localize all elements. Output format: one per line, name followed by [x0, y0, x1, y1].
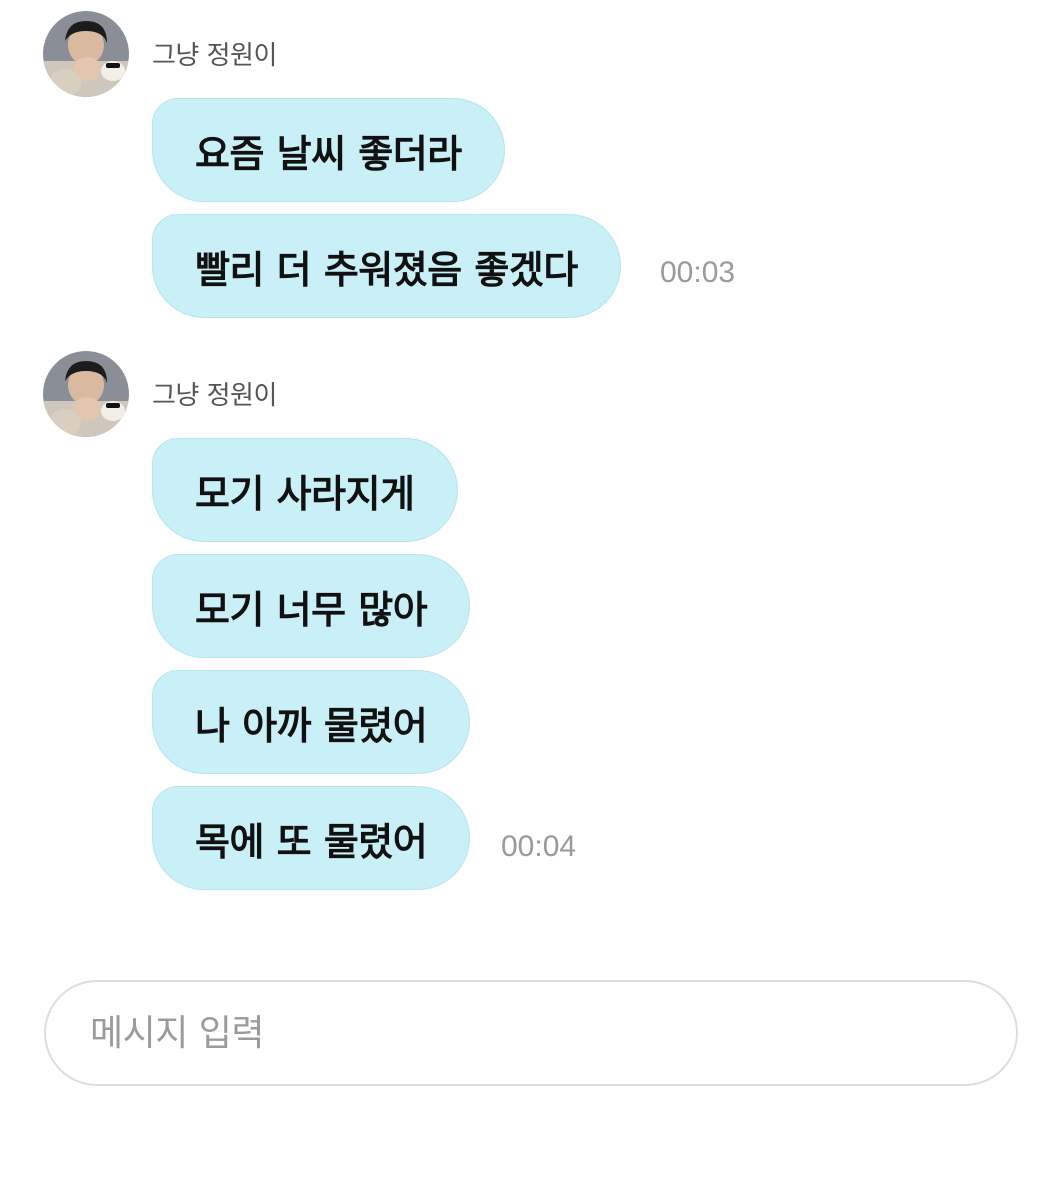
message-timestamp: 00:03: [660, 256, 736, 289]
profile-photo-icon: [43, 11, 129, 97]
message-timestamp: 00:04: [501, 830, 577, 863]
message-input[interactable]: [88, 1011, 972, 1055]
avatar[interactable]: [43, 351, 129, 437]
profile-photo-icon: [43, 351, 129, 437]
message-bubble[interactable]: 모기 사라지게: [152, 438, 458, 542]
message-bubble[interactable]: 요즘 날씨 좋더라: [152, 98, 505, 202]
message-composer[interactable]: [44, 980, 1018, 1086]
avatar[interactable]: [43, 11, 129, 97]
message-bubble[interactable]: 나 아까 물렸어: [152, 670, 471, 774]
sender-name: 그냥 정원이: [152, 381, 277, 411]
message-bubble[interactable]: 모기 너무 많아: [152, 554, 471, 658]
message-bubble[interactable]: 목에 또 물렸어: [152, 786, 471, 890]
sender-name: 그냥 정원이: [152, 41, 277, 71]
message-bubble[interactable]: 빨리 더 추워졌음 좋겠다: [152, 214, 621, 318]
